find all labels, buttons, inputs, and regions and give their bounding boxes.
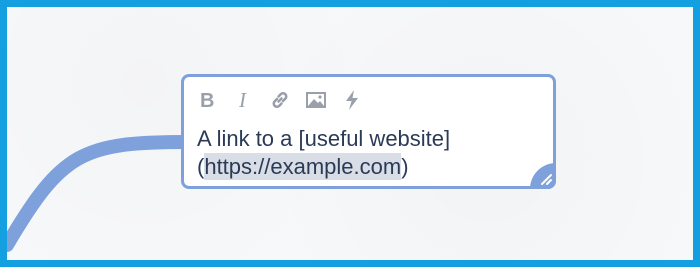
link-button[interactable] xyxy=(266,87,294,113)
mindmap-node[interactable]: B I A link to a [useful website] (https:… xyxy=(181,74,556,189)
node-formatting-toolbar: B I xyxy=(194,87,366,113)
node-text-editor[interactable]: A link to a [useful website] (https://ex… xyxy=(197,125,542,181)
image-icon xyxy=(306,92,326,108)
lightning-icon xyxy=(346,90,358,110)
svg-text:I: I xyxy=(238,90,247,110)
selected-url: https://example.com xyxy=(204,153,402,180)
paren-close: ) xyxy=(401,154,409,179)
resize-grip-icon xyxy=(541,174,552,185)
screenshot-frame: B I A link to a [useful website] (https:… xyxy=(0,0,700,267)
italic-button[interactable]: I xyxy=(230,87,258,113)
bold-icon: B xyxy=(200,90,214,110)
image-button[interactable] xyxy=(302,87,330,113)
svg-text:B: B xyxy=(200,90,214,110)
lightning-button[interactable] xyxy=(338,87,366,113)
italic-icon: I xyxy=(238,90,247,110)
node-text-line: A link to a [useful website] xyxy=(197,126,451,151)
bold-button[interactable]: B xyxy=(194,87,222,113)
link-icon xyxy=(272,92,288,108)
